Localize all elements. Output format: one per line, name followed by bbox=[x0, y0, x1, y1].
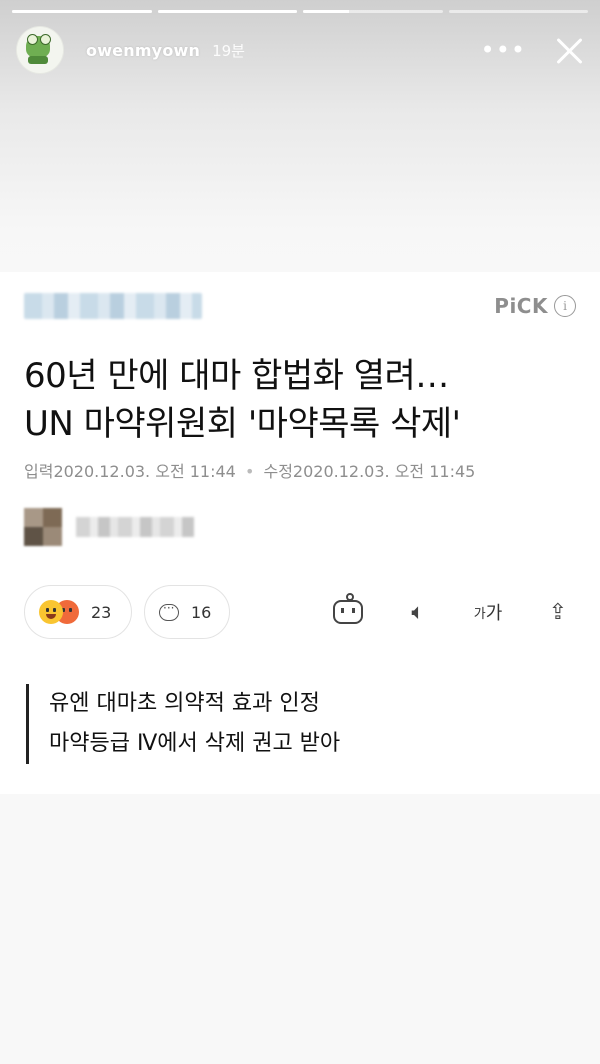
share-icon[interactable]: ⇪ bbox=[540, 594, 576, 630]
username[interactable]: owenmyown bbox=[86, 41, 200, 60]
reporter-info[interactable] bbox=[24, 508, 194, 546]
speaker-icon[interactable]: 🔈︎ bbox=[400, 594, 436, 630]
more-options-icon[interactable]: ••• bbox=[481, 36, 526, 64]
comment-count: 16 bbox=[191, 602, 212, 622]
info-icon[interactable]: i bbox=[554, 295, 576, 317]
font-size-button[interactable]: 가가 bbox=[470, 594, 506, 630]
progress-segment bbox=[12, 10, 152, 13]
subhead-line: 유엔 대마초 의약적 효과 인정 bbox=[49, 691, 320, 716]
article-actions: 23 16 🔈︎ 가가 ⇪ bbox=[24, 584, 576, 640]
progress-segment bbox=[157, 10, 297, 13]
published-date: 입력2020.12.03. 오전 11:44 bbox=[24, 462, 236, 481]
press-row: PiCK i bbox=[24, 292, 576, 320]
comment-icon bbox=[159, 601, 179, 621]
post-time: 19분 bbox=[212, 41, 245, 60]
article-card: PiCK i 60년 만에 대마 합법화 열려… UN 마약위원회 '마약목록 … bbox=[0, 272, 600, 794]
article-headline: 60년 만에 대마 합법화 열려… UN 마약위원회 '마약목록 삭제' bbox=[24, 352, 576, 448]
smile-emoji-icon bbox=[39, 600, 63, 624]
reporter-name-blurred bbox=[76, 517, 194, 537]
reaction-count: 23 bbox=[91, 602, 112, 622]
story-progress-bar bbox=[12, 10, 588, 13]
reporter-avatar-blurred bbox=[24, 508, 62, 546]
close-icon[interactable] bbox=[556, 36, 584, 64]
progress-segment bbox=[303, 10, 443, 13]
font-size-large-label: 가 bbox=[485, 603, 503, 624]
subhead-line: 마약등급 Ⅳ에서 삭제 권고 받아 bbox=[49, 731, 341, 756]
progress-segment bbox=[448, 10, 588, 13]
comment-button[interactable]: 16 bbox=[144, 585, 230, 639]
pick-badge[interactable]: PiCK i bbox=[494, 294, 576, 318]
headline-line: UN 마약위원회 '마약목록 삭제' bbox=[24, 404, 461, 444]
avatar[interactable] bbox=[16, 26, 64, 74]
article-subhead: 유엔 대마초 의약적 효과 인정 마약등급 Ⅳ에서 삭제 권고 받아 bbox=[26, 684, 340, 764]
article-dates: 입력2020.12.03. 오전 11:44 • 수정2020.12.03. 오… bbox=[24, 458, 475, 482]
story-header: owenmyown 19분 ••• bbox=[16, 24, 584, 76]
summary-bot-button[interactable] bbox=[330, 593, 366, 630]
headline-line: 60년 만에 대마 합법화 열려… bbox=[24, 356, 449, 396]
date-separator: • bbox=[244, 462, 255, 481]
pick-label: PiCK bbox=[494, 294, 548, 318]
press-logo-blurred bbox=[24, 293, 202, 319]
reaction-button[interactable]: 23 bbox=[24, 585, 132, 639]
updated-date: 수정2020.12.03. 오전 11:45 bbox=[263, 462, 476, 481]
font-size-small-label: 가 bbox=[473, 606, 486, 622]
article-tools: 🔈︎ 가가 ⇪ bbox=[330, 593, 576, 630]
robot-icon bbox=[333, 593, 363, 624]
